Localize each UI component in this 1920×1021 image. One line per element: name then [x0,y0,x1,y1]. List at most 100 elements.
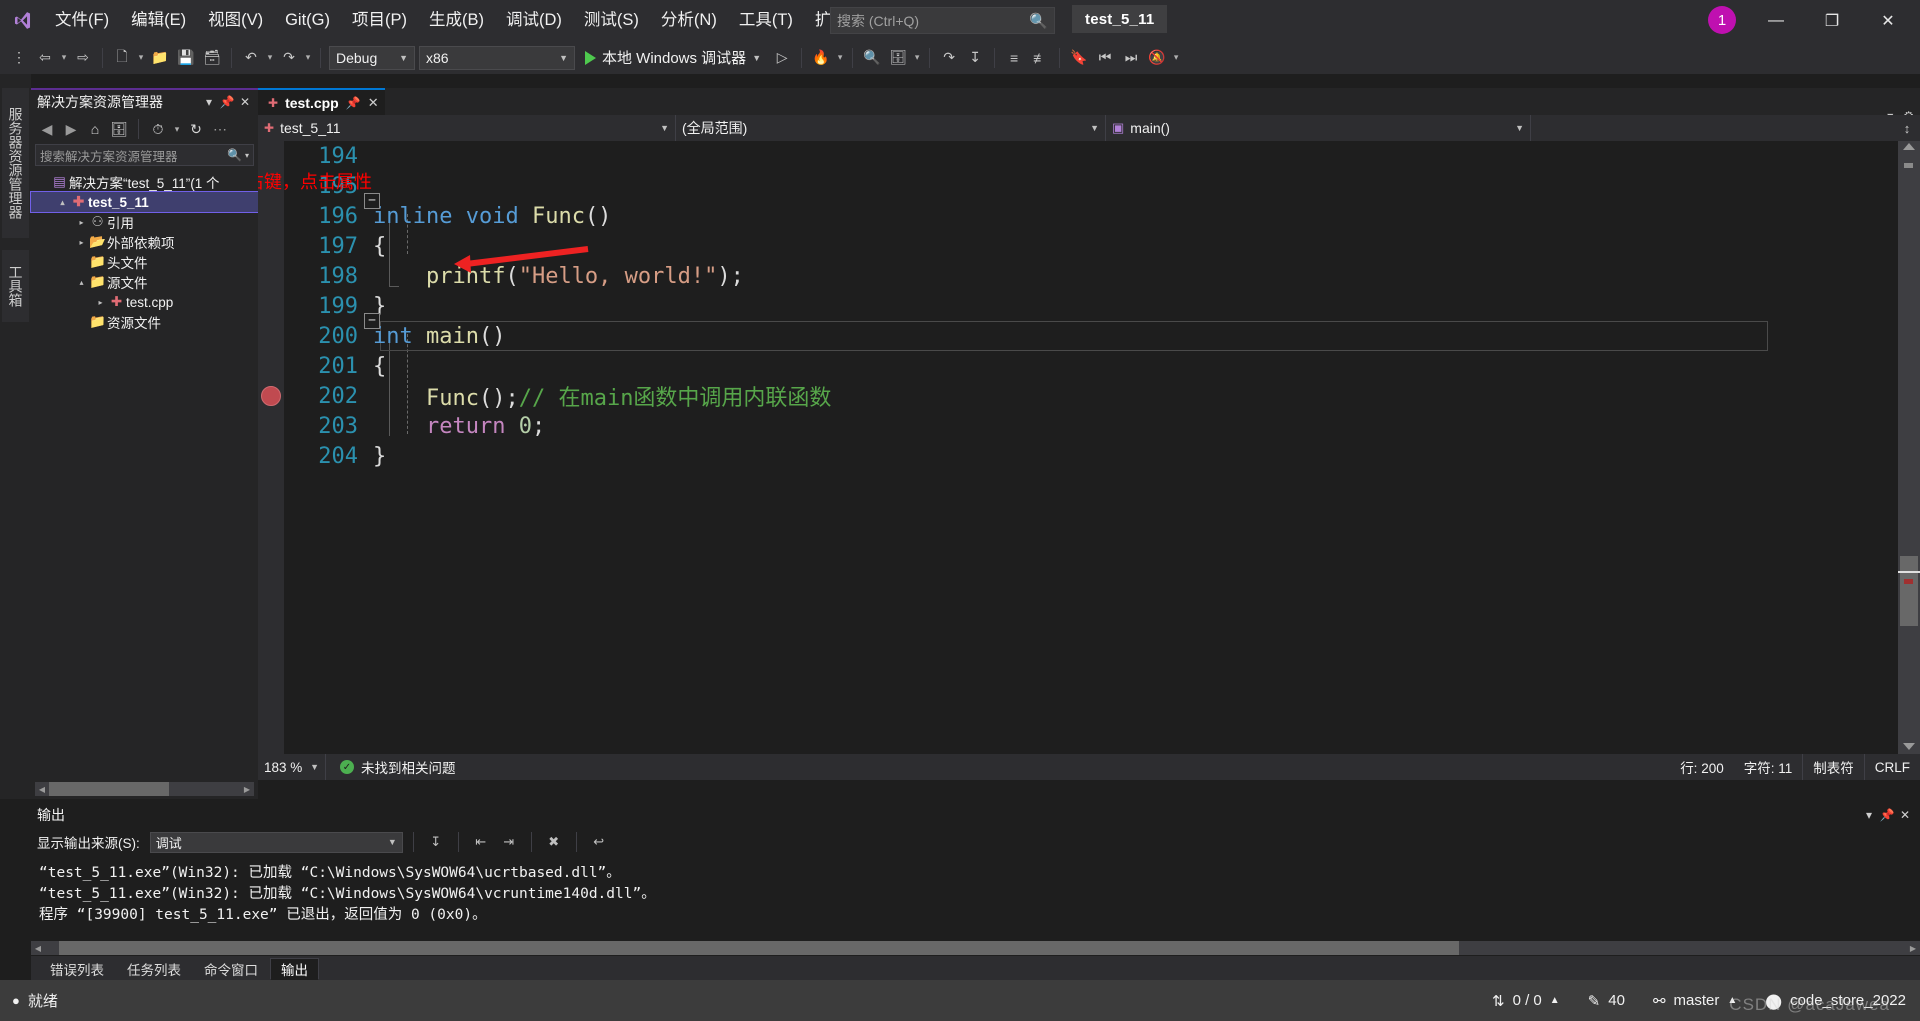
refresh-icon[interactable]: ↻ [185,118,207,140]
close-icon-panel[interactable]: ✕ [236,92,254,112]
navigate-back-caret-icon[interactable]: ▾ [58,52,70,63]
tree-item-3[interactable]: ▸ 📂 外部依赖项 [31,232,258,252]
nav-scope-select[interactable]: (全局范围) ▼ [676,115,1106,141]
code-line-199[interactable]: 199} [258,291,1898,321]
switch-views-icon[interactable]: 🗄 [108,118,130,140]
tree-item-5[interactable]: ▴ 📁 源文件 [31,272,258,292]
tab-close-icon[interactable]: ✕ [368,95,379,111]
tree-item-0[interactable]: ▤ 解决方案“test_5_11”(1 个 [31,172,258,192]
hscroll-right-arrow-icon[interactable]: ▶ [240,785,254,794]
editor-vertical-scrollbar[interactable] [1898,141,1920,754]
scroll-down-arrow-icon[interactable] [1903,743,1915,750]
undo-icon[interactable]: ↶ [238,46,264,70]
code-line-200[interactable]: 200 int main() [258,321,1898,351]
save-icon[interactable]: 💾 [173,46,199,70]
hscroll-thumb[interactable] [49,782,169,796]
decrease-indent-icon[interactable]: ≡ [1001,46,1027,70]
undo-caret-icon[interactable]: ▾ [264,52,276,63]
output-source-select[interactable]: 调试 ▼ [149,831,403,853]
source-control-sync[interactable]: ⇅ 0 / 0 ▲ [1478,980,1574,1021]
line-ending-mode[interactable]: CRLF [1863,754,1920,780]
menu-git[interactable]: Git(G) [274,0,341,41]
tree-item-4[interactable]: 📁 头文件 [31,252,258,272]
menu-build[interactable]: 生成(B) [418,0,495,41]
se-search-caret-icon[interactable]: ▾ [245,151,249,160]
new-project-icon[interactable]: 🗋 [109,46,135,70]
new-project-caret-icon[interactable]: ▾ [135,52,147,63]
output-pin-icon[interactable]: 📌 [1878,805,1896,825]
window-layout-icon[interactable]: 🗄 [885,46,911,70]
maximize-button[interactable]: ❐ [1804,0,1860,41]
code-line-204[interactable]: 204} [258,441,1898,471]
code-line-194[interactable]: 194 [258,141,1898,171]
menu-edit[interactable]: 编辑(E) [120,0,197,41]
code-editor-surface[interactable]: 194 195 196 inline void Func() 197 {198 print… [258,141,1920,754]
start-debugging-button[interactable]: 本地 Windows 调试器 ▼ [577,45,769,71]
find-message-icon[interactable]: ↧ [424,831,448,853]
toggle-bookmark-icon[interactable]: 🔖 [1066,46,1092,70]
collapse-all-icon[interactable]: ⋯ [209,118,231,140]
solution-explorer-search-input[interactable]: 搜索解决方案资源管理器 🔍 ▾ [35,144,254,166]
hscroll-left-arrow-icon[interactable]: ◀ [35,785,49,794]
output-close-icon[interactable]: ✕ [1896,805,1914,825]
hot-reload-icon[interactable]: 🔥 [808,46,834,70]
redo-icon[interactable]: ↷ [276,46,302,70]
output-text-body[interactable]: “test_5_11.exe”(Win32): 已加载 “C:\Windows\… [31,857,1920,947]
chevron-down-icon-panel[interactable]: ▾ [200,92,218,112]
go-to-next-message-icon[interactable]: ⇥ [497,831,521,853]
output-hscroll-left-icon[interactable]: ◀ [31,944,45,953]
code-line-196[interactable]: 196 inline void Func() [258,201,1898,231]
code-line-202[interactable]: 202 Func();// 在main函数中调用内联函数 [258,381,1898,412]
debug-target-caret-icon[interactable]: ▼ [752,53,761,63]
split-editor-icon[interactable]: ↕ [1894,115,1920,141]
code-line-195[interactable]: 195 [258,171,1898,201]
git-branch[interactable]: ⚯ master ▲ [1639,980,1751,1021]
tree-item-7[interactable]: 📁 资源文件 [31,312,258,332]
output-horizontal-scrollbar[interactable]: ◀ ▶ [31,941,1920,955]
find-in-files-icon[interactable]: 🔍 [859,46,885,70]
tree-expander-icon[interactable]: ▴ [56,198,69,207]
navigate-forward-icon[interactable]: ⇨ [70,46,96,70]
document-tab-test-cpp[interactable]: ✚ test.cpp 📌 ✕ [258,88,385,115]
minimize-button[interactable]: — [1748,0,1804,41]
step-over-icon[interactable]: ↷ [936,46,962,70]
output-hscroll-thumb[interactable] [59,941,1459,955]
notification-badge[interactable]: 1 [1708,6,1736,34]
pin-icon[interactable]: 📌 [218,92,236,112]
menu-file[interactable]: 文件(F) [44,0,120,41]
next-bookmark-icon[interactable]: ⏭ [1118,46,1144,70]
tree-expander-icon[interactable]: ▸ [75,218,88,227]
issue-status[interactable]: ✓ 未找到相关问题 [326,757,456,777]
tab-pin-icon[interactable]: 📌 [346,96,361,110]
menu-analyze[interactable]: 分析(N) [650,0,728,41]
tree-item-2[interactable]: ▸ ⚇ 引用 [31,212,258,232]
tree-item-6[interactable]: ▸ ✚ test.cpp [31,292,258,312]
search-input[interactable]: 搜索 (Ctrl+Q) 🔍 [830,7,1055,34]
configuration-select[interactable]: Debug ▼ [329,45,415,70]
vtab-toolbox[interactable]: 工具箱 [2,250,29,322]
project-chip[interactable]: test_5_11 [1072,5,1168,33]
output-chevron-icon[interactable]: ▾ [1860,805,1878,825]
code-line-201[interactable]: 201 { [258,351,1898,381]
close-button[interactable]: ✕ [1860,0,1916,41]
code-line-197[interactable]: 197 { [258,231,1898,261]
zoom-level-select[interactable]: 183 % ▼ [258,754,326,780]
home-icon[interactable]: ⌂ [84,118,106,140]
navigate-back-icon[interactable]: ⇦ [32,46,58,70]
menu-test[interactable]: 测试(S) [573,0,650,41]
solution-explorer-hscrollbar[interactable]: ◀ ▶ [35,782,254,796]
bottom-tab-2[interactable]: 命令窗口 [193,958,269,980]
fold-toggle-196[interactable]: − [364,193,380,209]
output-hscroll-right-icon[interactable]: ▶ [1906,944,1920,953]
go-to-previous-message-icon[interactable]: ⇤ [469,831,493,853]
vtab-server-explorer[interactable]: 服务器资源管理器 [2,88,29,238]
pending-changes-filter-icon[interactable]: ⏱ [147,118,169,140]
bottom-tab-3[interactable]: 输出 [270,958,319,980]
vscroll-thumb[interactable] [1900,556,1918,626]
scroll-up-arrow-icon[interactable] [1903,143,1915,150]
clear-all-icon[interactable]: ✖ [542,831,566,853]
bookmarks-caret-icon[interactable]: ▾ [1170,52,1182,63]
code-line-203[interactable]: 203 return 0; [258,411,1898,441]
tree-expander-icon[interactable]: ▸ [94,298,107,307]
forward-icon[interactable]: ▶ [60,118,82,140]
